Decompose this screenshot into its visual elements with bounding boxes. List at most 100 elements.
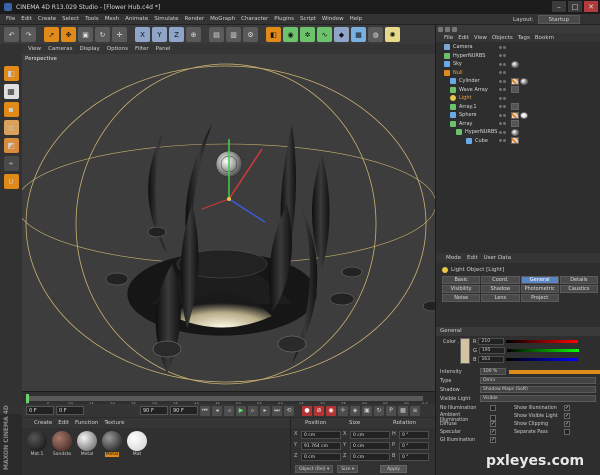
render-view-icon[interactable]: ▤ [209,27,224,42]
am-menu-mode[interactable]: Mode [446,255,461,261]
material-swatch[interactable]: Mat [126,431,148,457]
light-icon[interactable]: ✺ [385,27,400,42]
coordinate-mode-dropdown[interactable]: Object (Rel) ▾ [295,465,334,473]
object-row[interactable]: HyperNURBS [436,52,600,61]
go-to-end-icon[interactable]: ⏭ [272,405,282,416]
texture-tag-icon[interactable] [511,137,519,145]
show-clipping-checkbox[interactable]: Show Clipping ✓ [514,421,570,427]
object-row[interactable]: Cube [436,137,600,146]
rotation-track-icon[interactable]: ↻ [374,405,384,416]
param-track-icon[interactable]: P [386,405,396,416]
end-frame-field[interactable]: 90 F [140,406,168,415]
points-mode-icon[interactable]: ▪ [3,102,19,117]
tab-general[interactable]: General [520,276,559,284]
close-button[interactable]: ✕ [584,1,598,12]
menu-script[interactable]: Script [300,16,316,22]
material-menu-create[interactable]: Create [34,420,52,426]
axis-mode-icon[interactable]: ⌖ [3,156,19,171]
size-z-field[interactable]: 0 cm [350,453,390,461]
object-row[interactable]: Sphere [436,111,600,120]
tab-details[interactable]: Details [559,276,598,284]
render-settings-icon[interactable]: ⚙ [243,27,258,42]
edges-mode-icon[interactable]: ▫ [3,120,19,135]
polygons-mode-icon[interactable]: ◩ [3,138,19,153]
viewport-menu-filter[interactable]: Filter [135,46,149,52]
undo-icon[interactable]: ↶ [4,27,19,42]
viewport-menu-cameras[interactable]: Cameras [48,46,72,52]
color-g-field[interactable]: 195 [478,347,505,354]
color-r-slider[interactable] [506,340,579,343]
viewport-menu-panel[interactable]: Panel [156,46,171,52]
object-row[interactable]: HyperNURBS [436,128,600,137]
x-axis-lock-icon[interactable]: X [135,27,150,42]
am-menu-edit[interactable]: Edit [467,255,478,261]
apply-button[interactable]: Apply [380,465,407,473]
object-row[interactable]: Sky [436,60,600,69]
color-r-field[interactable]: 210 [478,338,505,345]
render-picture-viewer-icon[interactable]: ▥ [226,27,241,42]
model-mode-icon[interactable]: ◧ [3,66,19,81]
tab-shadow[interactable]: Shadow [481,285,520,293]
show-illumination-checkbox[interactable]: Show Illumination ✓ [514,405,570,411]
color-b-field[interactable]: 163 [478,356,505,363]
menu-animate[interactable]: Animate [125,16,148,22]
select-arrow-icon[interactable]: ➚ [44,27,59,42]
scene-icon[interactable]: ▦ [351,27,366,42]
texture-mode-icon[interactable]: ▦ [3,84,19,99]
rotation-h-field[interactable]: 0 ° [399,431,429,439]
gi-illumination-checkbox[interactable]: GI Illumination ✓ [440,437,496,443]
current-frame-field[interactable]: 0 F [56,406,84,415]
autokey-icon[interactable]: ◉ [326,405,336,416]
tab-photometric[interactable]: Photometric [520,285,559,293]
menu-edit[interactable]: Edit [21,16,32,22]
menu-simulate[interactable]: Simulate [154,16,178,22]
scale-icon[interactable]: ▣ [78,27,93,42]
material-tag-icon[interactable] [511,128,519,136]
camera-icon[interactable]: ◍ [368,27,383,42]
menu-render[interactable]: Render [185,16,205,22]
maximize-button[interactable]: □ [568,1,582,12]
size-mode-dropdown[interactable]: Size ▾ [337,465,359,473]
rotate-icon[interactable]: ↻ [95,27,110,42]
timeline-track[interactable] [26,396,423,401]
size-x-field[interactable]: 0 cm [350,431,390,439]
cube-primitive-icon[interactable]: ◧ [266,27,281,42]
object-row[interactable]: Array [436,120,600,129]
content-browser-tab-icon[interactable] [452,26,457,32]
structure-tab-icon[interactable] [445,26,450,32]
om-menu-edit[interactable]: Edit [458,35,469,41]
prev-frame-icon[interactable]: ◃ [224,405,234,416]
menu-tools[interactable]: Tools [85,16,99,22]
material-menu-function[interactable]: Function [75,420,98,426]
viewport-menu-view[interactable]: View [28,46,41,52]
texture-tag-icon[interactable] [511,77,519,85]
coordinate-system-icon[interactable]: ⊕ [186,27,201,42]
material-swatch[interactable]: Sandsto [51,431,73,457]
menu-file[interactable]: File [6,16,15,22]
timeline-ruler[interactable]: 0 5 10 15 20 25 30 35 40 45 50 55 60 65 … [22,391,435,407]
position-x-field[interactable]: 0 cm [301,431,341,439]
menu-select[interactable]: Select [62,16,79,22]
visible-light-dropdown[interactable]: Visible [480,395,596,402]
nurbs-icon[interactable]: ◉ [283,27,298,42]
spline-icon[interactable]: ∿ [317,27,332,42]
om-menu-view[interactable]: View [474,35,487,41]
viewport-menu-display[interactable]: Display [80,46,100,52]
rotation-p-field[interactable]: 0 ° [399,442,429,450]
viewport-menu-options[interactable]: Options [107,46,128,52]
om-menu-bookmarks[interactable]: Bookm [535,35,554,41]
deformer-icon[interactable]: ◆ [334,27,349,42]
tag-icon[interactable] [511,120,519,128]
minimize-button[interactable]: – [552,1,566,12]
texture-tag-icon[interactable] [511,111,519,119]
tab-noise[interactable]: Noise [442,294,481,302]
menu-plugins[interactable]: Plugins [274,16,294,22]
material-swatch[interactable]: Mat.1 [26,431,48,457]
tab-caustics[interactable]: Caustics [559,285,598,293]
rotation-b-field[interactable]: 0 ° [399,453,429,461]
move-icon[interactable]: ✥ [61,27,76,42]
tab-visibility[interactable]: Visibility [442,285,481,293]
object-row[interactable]: Array.1 [436,103,600,112]
material-menu-edit[interactable]: Edit [58,420,69,426]
y-axis-lock-icon[interactable]: Y [152,27,167,42]
